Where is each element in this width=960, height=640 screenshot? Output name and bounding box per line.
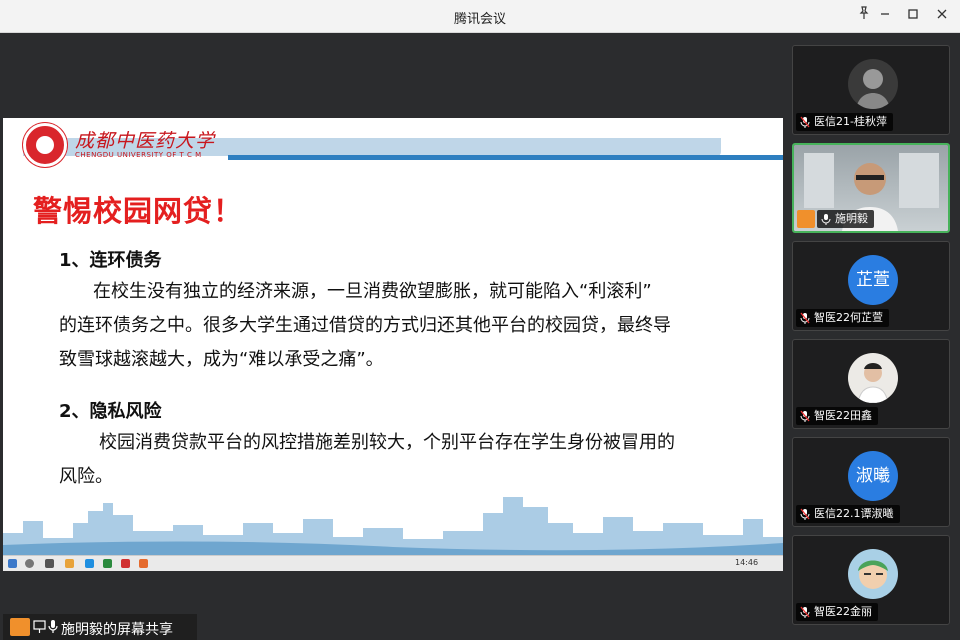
microphone-muted-icon — [800, 508, 810, 520]
shared-slide: 成都中医药大学 CHENGDU UNIVERSITY OF T C M 警惕校园… — [3, 118, 783, 571]
participant-name-bar: 智医22田鑫 — [796, 407, 878, 425]
participant-tile[interactable]: 芷萱 智医22何芷萱 — [792, 241, 950, 331]
microphone-muted-icon — [800, 410, 810, 422]
microphone-icon — [48, 620, 58, 633]
slides-icon — [139, 559, 148, 568]
title-bar: 腾讯会议 — [0, 0, 960, 33]
section2-body: 校园消费贷款平台的风控措施差别较大，个别平台存在学生身份被冒用的 风险。 — [59, 426, 739, 494]
participant-name-bar: 施明毅 — [817, 210, 874, 228]
participant-name-bar: 医信21-桂秋萍 — [796, 113, 893, 131]
slide-title: 警惕校园网贷！ — [33, 194, 244, 228]
section1-heading: 1、连环债务 — [59, 250, 162, 271]
participant-name-bar: 智医22金丽 — [796, 603, 878, 621]
microphone-muted-icon — [800, 606, 810, 618]
screen-share-label-bar: 施明毅的屏幕共享 — [3, 614, 197, 640]
university-seal-icon — [23, 123, 67, 167]
screen-share-label: 施明毅的屏幕共享 — [61, 622, 173, 638]
maximize-icon[interactable] — [902, 6, 924, 26]
taskbar-clock: 14:46 — [735, 558, 759, 567]
microphone-muted-icon — [800, 312, 810, 324]
shared-windows-taskbar: 14:46 — [3, 555, 783, 571]
pin-icon[interactable] — [853, 6, 875, 26]
sharer-avatar-icon — [10, 618, 30, 636]
search-icon — [25, 559, 34, 568]
section1-line1: 在校生没有独立的经济来源，一旦消费欲望膨胀，就可能陷入“利滚利” — [93, 281, 652, 302]
participant-name-bar: 医信22.1谭淑曦 — [796, 505, 900, 523]
participant-avatar: 芷萱 — [848, 255, 898, 305]
wps-icon — [121, 559, 130, 568]
participant-name: 医信21-桂秋萍 — [814, 115, 887, 128]
participant-name-bar: 智医22何芷萱 — [796, 309, 889, 327]
app-icon — [103, 559, 112, 568]
host-avatar-icon — [797, 210, 815, 228]
section1-line2: 的连环债务之中。很多大学生通过借贷的方式归还其他平台的校园贷，最终导 — [59, 315, 671, 336]
section2-line2: 风险。 — [59, 466, 113, 487]
slide-header-line — [228, 155, 783, 160]
city-skyline-decoration — [3, 497, 783, 555]
participant-tile[interactable]: 淑曦 医信22.1谭淑曦 — [792, 437, 950, 527]
window-title: 腾讯会议 — [453, 12, 506, 27]
browser-icon — [85, 559, 94, 568]
windows-start-icon — [8, 559, 17, 568]
share-screen-icon — [33, 620, 46, 633]
participant-avatar — [848, 59, 898, 109]
participant-name: 智医22何芷萱 — [814, 311, 883, 324]
section1-line3: 致雪球越滚越大，成为“难以承受之痛”。 — [59, 349, 384, 370]
university-logo-en: CHENGDU UNIVERSITY OF T C M — [75, 151, 202, 159]
participant-avatar — [848, 353, 898, 403]
close-icon[interactable] — [931, 6, 953, 26]
microphone-icon — [821, 214, 831, 225]
participant-tile-active-speaker[interactable]: 施明毅 — [792, 143, 950, 233]
participant-tile[interactable]: 智医22金丽 — [792, 535, 950, 625]
meeting-window: 腾讯会议 成都中医药大学 CHENGDU UNIVERSITY OF T C M… — [0, 0, 960, 640]
participant-panel: 医信21-桂秋萍 施明毅 芷萱 智医22何芷萱 智医22田鑫 淑曦 医信22.1… — [787, 33, 960, 640]
participant-name: 施明毅 — [835, 212, 868, 225]
microphone-muted-icon — [800, 116, 810, 128]
participant-name: 智医22田鑫 — [814, 409, 872, 422]
participant-name: 智医22金丽 — [814, 605, 872, 618]
participant-tile[interactable]: 医信21-桂秋萍 — [792, 45, 950, 135]
task-view-icon — [45, 559, 54, 568]
participant-avatar — [848, 549, 898, 599]
participant-avatar: 淑曦 — [848, 451, 898, 501]
minimize-icon[interactable] — [874, 6, 896, 26]
university-logo-cn: 成都中医药大学 — [75, 130, 216, 152]
screen-share-stage: 成都中医药大学 CHENGDU UNIVERSITY OF T C M 警惕校园… — [3, 33, 783, 640]
section1-body: 在校生没有独立的经济来源，一旦消费欲望膨胀，就可能陷入“利滚利” 的连环债务之中… — [59, 275, 739, 377]
participant-name: 医信22.1谭淑曦 — [814, 507, 894, 520]
section2-heading: 2、隐私风险 — [59, 401, 162, 422]
participant-tile[interactable]: 智医22田鑫 — [792, 339, 950, 429]
explorer-icon — [65, 559, 74, 568]
section2-line1: 校园消费贷款平台的风控措施差别较大，个别平台存在学生身份被冒用的 — [99, 432, 675, 453]
